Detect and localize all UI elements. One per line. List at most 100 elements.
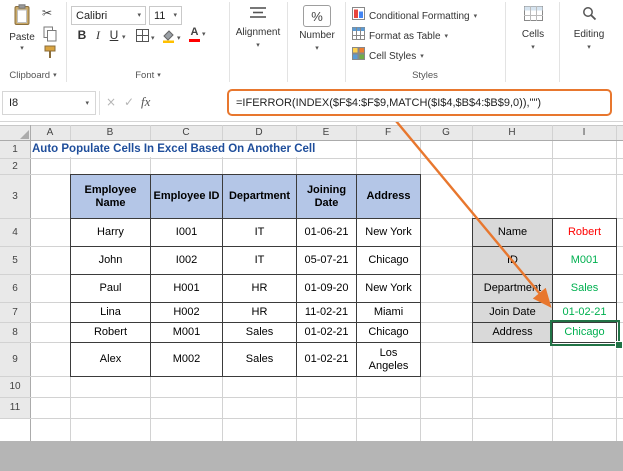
dialog-launcher-icon[interactable]: ▾ (157, 72, 161, 79)
lookup-label-cell[interactable]: Address (473, 323, 553, 343)
fill-color-button[interactable]: ▾ (161, 28, 181, 48)
format-as-table-button[interactable]: Format as Table ▾ (352, 27, 448, 45)
editing-group-button[interactable]: Editing ▾ (562, 6, 616, 51)
row-header-11[interactable]: 11 (0, 397, 30, 418)
cells-group-button[interactable]: Cells ▾ (508, 6, 558, 51)
lookup-label-cell[interactable]: Department (473, 275, 553, 303)
employee-header-cell[interactable]: Joining Date (297, 175, 357, 219)
copy-button[interactable] (43, 26, 57, 47)
select-all-button[interactable] (0, 125, 30, 140)
employee-cell[interactable]: IT (223, 247, 297, 275)
employee-cell[interactable]: HR (223, 275, 297, 303)
name-box[interactable]: I8 ▾ (2, 91, 96, 115)
font-size-select[interactable]: 11 ▾ (149, 6, 182, 25)
employee-cell[interactable]: HR (223, 303, 297, 323)
employee-header-cell[interactable]: Address (357, 175, 421, 219)
col-header-E[interactable]: E (296, 125, 356, 140)
font-name-select[interactable]: Calibri ▾ (71, 6, 146, 25)
employee-cell[interactable]: Robert (71, 323, 151, 343)
col-header-B[interactable]: B (70, 125, 150, 140)
employee-cell[interactable]: John (71, 247, 151, 275)
row-header-5[interactable]: 5 (0, 246, 30, 274)
col-header-D[interactable]: D (222, 125, 296, 140)
dialog-launcher-icon[interactable]: ▾ (53, 72, 57, 79)
employee-cell[interactable]: Chicago (357, 247, 421, 275)
lookup-value-cell[interactable]: 01-02-21 (553, 303, 617, 323)
alignment-group-button[interactable]: Alignment ▾ (231, 6, 285, 49)
row-header-2[interactable]: 2 (0, 158, 30, 174)
row-header-9[interactable]: 9 (0, 342, 30, 376)
select-all-icon (20, 130, 29, 139)
sheet-title[interactable]: Auto Populate Cells In Excel Based On An… (32, 141, 321, 157)
employee-cell[interactable]: New York (357, 275, 421, 303)
fill-handle[interactable] (615, 341, 623, 349)
lookup-label-cell[interactable]: Join Date (473, 303, 553, 323)
chevron-down-icon[interactable]: ▾ (85, 99, 89, 107)
underline-button[interactable]: U (107, 29, 121, 41)
col-header-A[interactable]: A (30, 125, 70, 140)
row-header-10[interactable]: 10 (0, 376, 30, 397)
employee-cell[interactable]: Sales (223, 343, 297, 377)
number-group-button[interactable]: % Number ▾ (290, 5, 344, 52)
font-color-button[interactable]: A ▾ (189, 27, 206, 42)
lookup-label-cell[interactable]: ID (473, 247, 553, 275)
lookup-value-cell[interactable]: Robert (553, 219, 617, 247)
bold-button[interactable]: B (75, 29, 89, 41)
underline-options-icon[interactable]: ▾ (122, 34, 126, 41)
employee-cell[interactable]: Los Angeles (357, 343, 421, 377)
paste-button[interactable]: Paste ▾ (4, 4, 40, 52)
employee-cell[interactable]: IT (223, 219, 297, 247)
row-header-6[interactable]: 6 (0, 274, 30, 302)
employee-cell[interactable]: 01-02-21 (297, 343, 357, 377)
row-header-3[interactable]: 3 (0, 174, 30, 218)
employee-cell[interactable]: Paul (71, 275, 151, 303)
employee-cell[interactable]: M001 (151, 323, 223, 343)
lookup-value-cell[interactable]: Sales (553, 275, 617, 303)
ribbon: Paste ▾ ✂ Clipboard ▾ Calibri ▾ 11 ▾ B I… (0, 0, 623, 86)
alignment-icon (249, 6, 267, 24)
cell-styles-button[interactable]: Cell Styles ▾ (352, 47, 424, 65)
lookup-label-cell[interactable]: Name (473, 219, 553, 247)
employee-cell[interactable]: H001 (151, 275, 223, 303)
insert-function-button[interactable]: fx (141, 95, 150, 108)
format-painter-button[interactable] (44, 45, 56, 64)
employee-header-cell[interactable]: Employee Name (71, 175, 151, 219)
employee-cell[interactable]: 01-06-21 (297, 219, 357, 247)
employee-cell[interactable]: Lina (71, 303, 151, 323)
col-header-F[interactable]: F (356, 125, 420, 140)
cells-icon (523, 6, 543, 26)
lookup-value-cell[interactable]: M001 (553, 247, 617, 275)
cut-button[interactable]: ✂ (42, 7, 52, 19)
row-header-8[interactable]: 8 (0, 322, 30, 342)
employee-cell[interactable]: 11-02-21 (297, 303, 357, 323)
row-header-4[interactable]: 4 (0, 218, 30, 246)
borders-button[interactable]: ▾ (136, 29, 155, 47)
italic-button[interactable]: I (91, 29, 105, 41)
col-header-I[interactable]: I (552, 125, 616, 140)
col-header-C[interactable]: C (150, 125, 222, 140)
employee-cell[interactable]: I001 (151, 219, 223, 247)
employee-cell[interactable]: 01-02-21 (297, 323, 357, 343)
employee-cell[interactable]: 01-09-20 (297, 275, 357, 303)
formula-input[interactable]: =IFERROR(INDEX($F$4:$F$9,MATCH($I$4,$B$4… (227, 89, 612, 116)
row-header-1[interactable]: 1 (0, 140, 30, 158)
employee-header-cell[interactable]: Department (223, 175, 297, 219)
employee-cell[interactable]: Miami (357, 303, 421, 323)
employee-cell[interactable]: I002 (151, 247, 223, 275)
conditional-formatting-button[interactable]: Conditional Formatting ▾ (352, 7, 477, 25)
enter-button[interactable]: ✓ (124, 96, 134, 108)
employee-cell[interactable]: Sales (223, 323, 297, 343)
employee-cell[interactable]: M002 (151, 343, 223, 377)
col-header-G[interactable]: G (420, 125, 472, 140)
employee-cell[interactable]: Alex (71, 343, 151, 377)
employee-header-cell[interactable]: Employee ID (151, 175, 223, 219)
employee-cell[interactable]: Harry (71, 219, 151, 247)
col-header-H[interactable]: H (472, 125, 552, 140)
lookup-value-cell[interactable]: Chicago (553, 323, 617, 343)
employee-cell[interactable]: New York (357, 219, 421, 247)
employee-cell[interactable]: 05-07-21 (297, 247, 357, 275)
employee-cell[interactable]: H002 (151, 303, 223, 323)
cancel-button[interactable]: × (106, 96, 116, 108)
row-header-7[interactable]: 7 (0, 302, 30, 322)
employee-cell[interactable]: Chicago (357, 323, 421, 343)
